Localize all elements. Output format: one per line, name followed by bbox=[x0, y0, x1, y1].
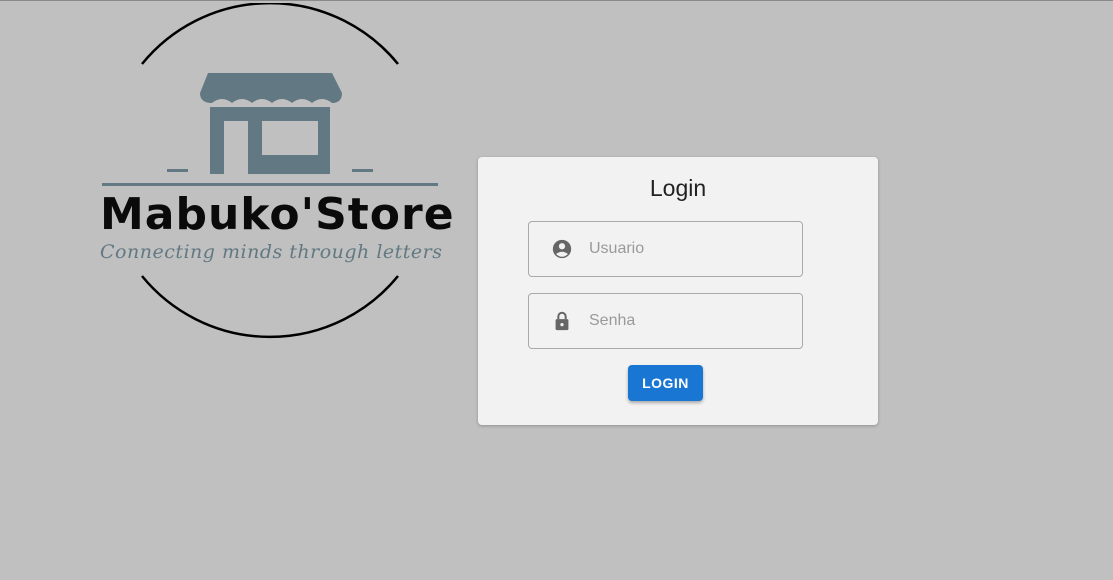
password-field[interactable] bbox=[528, 293, 803, 349]
account-circle-icon bbox=[552, 239, 572, 259]
login-page: Mabuko'Store Connecting minds through le… bbox=[0, 0, 1113, 580]
login-button[interactable]: LOGIN bbox=[628, 365, 703, 401]
store-logo-graphic bbox=[102, 3, 438, 339]
store-logo: Mabuko'Store Connecting minds through le… bbox=[100, 3, 455, 339]
login-title: Login bbox=[649, 175, 707, 201]
logo-tagline: Connecting minds through letters bbox=[100, 241, 443, 263]
lock-icon bbox=[555, 311, 569, 331]
login-card: Login LOGIN bbox=[478, 157, 878, 425]
store-icon bbox=[167, 73, 373, 174]
password-input[interactable] bbox=[589, 294, 789, 348]
logo-name: Mabuko'Store bbox=[100, 189, 455, 240]
username-input[interactable] bbox=[589, 222, 789, 276]
username-field[interactable] bbox=[528, 221, 803, 277]
